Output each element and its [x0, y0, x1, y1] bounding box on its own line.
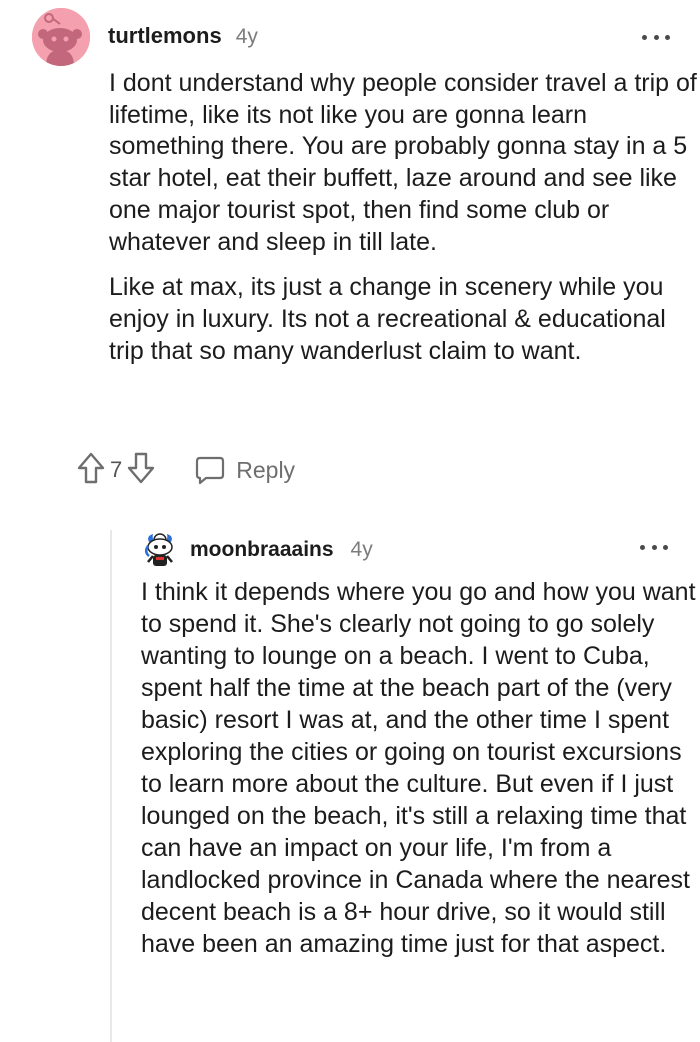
thread-line[interactable]	[110, 530, 112, 1042]
comment-age: 4y	[235, 25, 258, 48]
more-options-icon[interactable]	[642, 32, 670, 42]
comment-actions: 7 Reply	[76, 452, 295, 488]
downvote-arrow-icon[interactable]	[126, 451, 156, 490]
user-avatar[interactable]	[32, 8, 90, 66]
comment-age: 4y	[350, 538, 373, 561]
user-avatar[interactable]	[143, 532, 177, 568]
vote-count: 7	[110, 457, 123, 482]
upvote-arrow-icon[interactable]	[76, 451, 106, 490]
reply-label: Reply	[236, 456, 296, 483]
comment-body: I think it depends where you go and how …	[141, 576, 697, 960]
comment-paragraph: I think it depends where you go and how …	[141, 578, 696, 958]
username[interactable]: turtlemons	[108, 23, 222, 49]
username[interactable]: moonbraaains	[190, 538, 334, 562]
comment-header: moonbraaains 4y	[190, 538, 373, 562]
comment-body: I dont understand why people consider tr…	[109, 68, 699, 367]
snoo-avatar-icon	[145, 533, 173, 566]
comment-header: turtlemons 4y	[108, 23, 258, 49]
comment-paragraph: I dont understand why people consider tr…	[109, 69, 697, 256]
snoo-avatar-icon	[32, 8, 90, 66]
comment-paragraph: Like at max, its just a change in scener…	[109, 273, 666, 365]
more-options-icon[interactable]	[640, 542, 668, 552]
reply-button[interactable]: Reply	[194, 454, 295, 486]
speech-bubble-icon	[196, 456, 225, 485]
